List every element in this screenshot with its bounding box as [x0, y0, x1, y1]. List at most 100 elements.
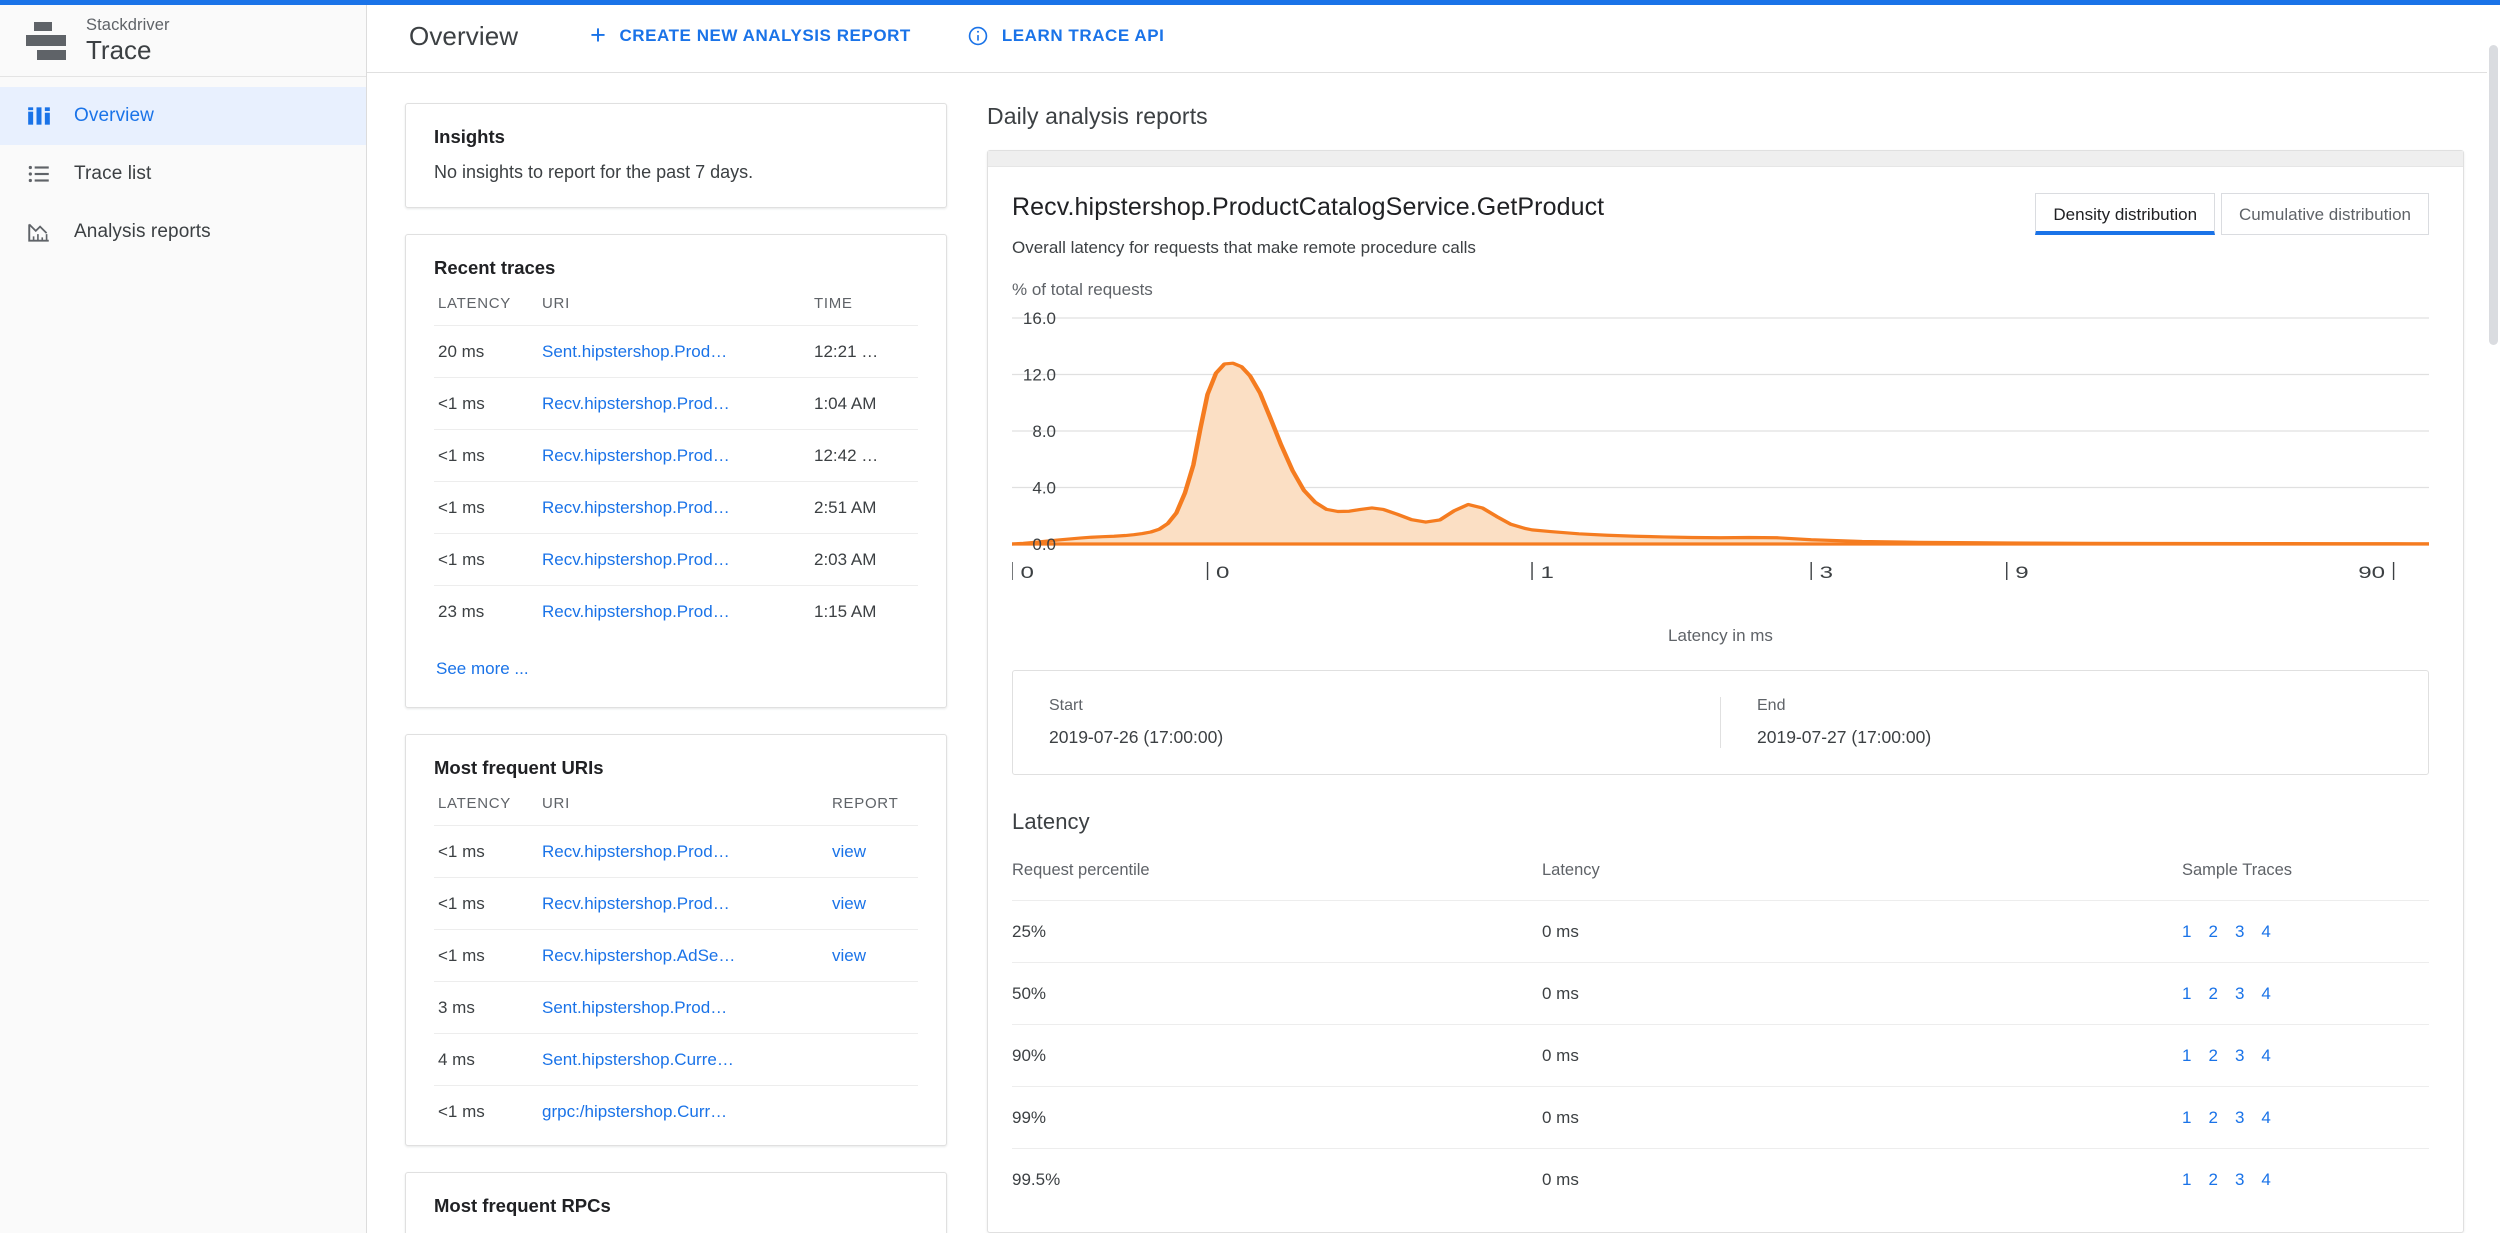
- page-title: Overview: [409, 20, 519, 51]
- table-cell: 50%: [1012, 962, 1542, 1025]
- see-more-link[interactable]: See more ...: [434, 637, 918, 699]
- analysis-report-card: Recv.hipstershop.ProductCatalogService.G…: [987, 150, 2464, 1233]
- table-cell: <1 ms: [434, 929, 542, 982]
- sample-trace-link[interactable]: 1: [2182, 1108, 2191, 1128]
- left-column: Insights No insights to report for the p…: [405, 103, 947, 1233]
- sidebar-item-label: Overview: [74, 105, 154, 126]
- link[interactable]: Recv.hipstershop.Prod…: [542, 602, 730, 621]
- table-cell-link[interactable]: Recv.hipstershop.Prod…: [542, 533, 814, 586]
- sample-trace-link[interactable]: 2: [2208, 984, 2217, 1004]
- link[interactable]: Recv.hipstershop.Prod…: [542, 498, 730, 517]
- learn-trace-api-button[interactable]: LEARN TRACE API: [967, 25, 1165, 47]
- sample-trace-link[interactable]: 4: [2261, 984, 2270, 1004]
- table-cell-link[interactable]: Sent.hipstershop.Prod…: [542, 981, 832, 1034]
- table-cell: 0 ms: [1542, 1024, 2182, 1087]
- table-cell-link[interactable]: Recv.hipstershop.Prod…: [542, 825, 832, 878]
- sample-trace-link[interactable]: 3: [2235, 1170, 2244, 1190]
- sample-trace-link[interactable]: 3: [2235, 1108, 2244, 1128]
- create-new-analysis-report-button[interactable]: + CREATE NEW ANALYSIS REPORT: [590, 21, 911, 49]
- recent-traces-table: LATENCY URI TIME 20 ms Sent.hipstershop.P…: [434, 293, 918, 637]
- sample-trace-link[interactable]: 4: [2261, 1170, 2270, 1190]
- table-cell-link[interactable]: Recv.hipstershop.Prod…: [542, 377, 814, 430]
- sample-trace-link[interactable]: 4: [2261, 1046, 2270, 1066]
- link[interactable]: Recv.hipstershop.Prod…: [542, 394, 730, 413]
- table-cell-link[interactable]: Recv.hipstershop.Prod…: [542, 585, 814, 637]
- sample-trace-link[interactable]: 3: [2235, 984, 2244, 1004]
- brand-header[interactable]: Stackdriver Trace: [0, 5, 366, 77]
- link[interactable]: Recv.hipstershop.Prod…: [542, 894, 730, 913]
- table-cell-link[interactable]: Sent.hipstershop.Prod…: [542, 325, 814, 378]
- density-distribution-tab[interactable]: Density distribution: [2035, 193, 2216, 235]
- sample-trace-link[interactable]: 4: [2261, 922, 2270, 942]
- table-cell-link[interactable]: view: [832, 877, 918, 930]
- sample-trace-link[interactable]: 2: [2208, 1046, 2217, 1066]
- cumulative-distribution-tab[interactable]: Cumulative distribution: [2221, 193, 2429, 235]
- range-start: Start 2019-07-26 (17:00:00): [1013, 697, 1720, 748]
- table-cell: 4 ms: [434, 1033, 542, 1086]
- table-cell-link[interactable]: grpc:/hipstershop.Curr…: [542, 1085, 832, 1137]
- link[interactable]: Recv.hipstershop.Prod…: [542, 550, 730, 569]
- table-cell-link[interactable]: Recv.hipstershop.Prod…: [542, 877, 832, 930]
- sample-trace-link[interactable]: 4: [2261, 1108, 2270, 1128]
- column-header-uri: URI: [542, 295, 570, 312]
- table-cell: 0 ms: [1542, 1086, 2182, 1149]
- table-cell-link[interactable]: view: [832, 825, 918, 878]
- header-actions: + CREATE NEW ANALYSIS REPORT LEARN TRACE…: [590, 21, 1165, 49]
- table-row: 20 ms Sent.hipstershop.Prod… 12:21 …: [434, 325, 918, 378]
- brand-app-name: Trace: [86, 34, 152, 65]
- main-scrollbar-thumb[interactable]: [2489, 45, 2498, 345]
- table-cell: 99%: [1012, 1086, 1542, 1149]
- range-start-value: 2019-07-26 (17:00:00): [1049, 727, 1224, 747]
- link[interactable]: Recv.hipstershop.Prod…: [542, 446, 730, 465]
- range-end-value: 2019-07-27 (17:00:00): [1757, 727, 1932, 747]
- link[interactable]: Recv.hipstershop.AdSe…: [542, 946, 735, 965]
- recent-traces-card: Recent traces LATENCY URI TIME 20 ms Sent…: [405, 234, 947, 708]
- chart-y-tick-label: 16.0: [1023, 309, 1056, 328]
- overview-bars-icon: [26, 103, 74, 129]
- link[interactable]: view: [832, 946, 866, 965]
- link[interactable]: Sent.hipstershop.Prod…: [542, 342, 727, 361]
- chart-x-tick-label: 90: [2358, 563, 2385, 582]
- link[interactable]: Sent.hipstershop.Curre…: [542, 1050, 734, 1069]
- link[interactable]: grpc:/hipstershop.Curr…: [542, 1102, 727, 1121]
- table-cell-link[interactable]: Recv.hipstershop.Prod…: [542, 429, 814, 482]
- sidebar-item-overview[interactable]: Overview: [0, 87, 366, 145]
- table-cell-link[interactable]: Sent.hipstershop.Curre…: [542, 1033, 832, 1086]
- column-header-latency: LATENCY: [438, 295, 511, 312]
- latency-section-title: Latency: [1012, 809, 1090, 834]
- table-cell-link[interactable]: Recv.hipstershop.AdSe…: [542, 929, 832, 982]
- most-frequent-uris-title: Most frequent URIs: [434, 757, 604, 778]
- table-cell-link[interactable]: view: [832, 929, 918, 982]
- sample-trace-links: 1234: [2182, 1108, 2429, 1128]
- sample-trace-link[interactable]: 1: [2182, 984, 2191, 1004]
- sample-trace-link[interactable]: 2: [2208, 1170, 2217, 1190]
- table-cell: [832, 981, 918, 1034]
- sidebar-item-analysis-reports[interactable]: Analysis reports: [0, 203, 366, 261]
- sample-trace-link[interactable]: 2: [2208, 922, 2217, 942]
- sample-trace-link[interactable]: 1: [2182, 1170, 2191, 1190]
- sample-trace-link[interactable]: 3: [2235, 1046, 2244, 1066]
- table-cell: <1 ms: [434, 877, 542, 930]
- sample-trace-links: 1234: [2182, 1170, 2429, 1190]
- table-cell: 20 ms: [434, 325, 542, 378]
- table-row: 23 ms Recv.hipstershop.Prod… 1:15 AM: [434, 585, 918, 637]
- sidebar-item-trace-list[interactable]: Trace list: [0, 145, 366, 203]
- sample-trace-links: 1234: [2182, 922, 2429, 942]
- learn-api-label: LEARN TRACE API: [1001, 26, 1165, 45]
- chart-y-axis: 0.0 4.0 8.0 12.0 16.0: [1023, 309, 1056, 554]
- link[interactable]: Sent.hipstershop.Prod…: [542, 998, 727, 1017]
- sample-trace-link[interactable]: 3: [2235, 922, 2244, 942]
- sample-trace-link[interactable]: 1: [2182, 922, 2191, 942]
- table-row: <1 ms Recv.hipstershop.Prod… 12:42 …: [434, 429, 918, 482]
- sample-trace-link[interactable]: 1: [2182, 1046, 2191, 1066]
- link[interactable]: view: [832, 842, 866, 861]
- table-cell-link[interactable]: Recv.hipstershop.Prod…: [542, 481, 814, 534]
- main-scrollbar-track[interactable]: [2487, 5, 2500, 1233]
- sample-trace-link[interactable]: 2: [2208, 1108, 2217, 1128]
- table-header-row: Request percentile Latency Sample Traces: [1012, 861, 2429, 901]
- most-frequent-rpcs-card: Most frequent RPCs LATENCY RPC 1 msSent.…: [405, 1172, 947, 1233]
- sample-trace-links: 1234: [2182, 984, 2429, 1004]
- link[interactable]: Recv.hipstershop.Prod…: [542, 842, 730, 861]
- link[interactable]: view: [832, 894, 866, 913]
- page-header: Overview + CREATE NEW ANALYSIS REPORT LE…: [367, 0, 2500, 73]
